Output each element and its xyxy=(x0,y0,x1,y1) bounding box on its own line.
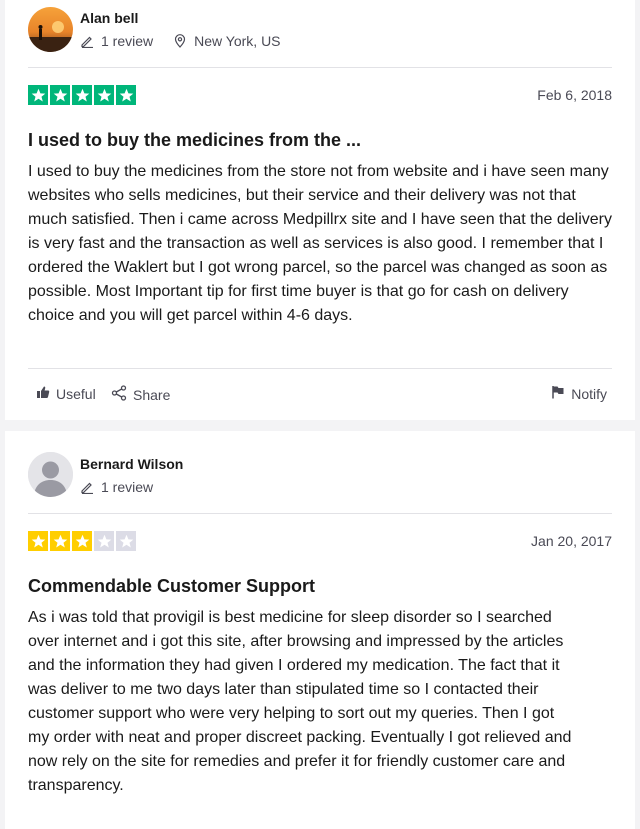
star-icon xyxy=(94,531,114,551)
author-meta: 1 review xyxy=(80,479,153,495)
location-pin-icon xyxy=(173,34,187,48)
review-actions: Useful Share Notify xyxy=(28,385,612,405)
star-rating xyxy=(28,531,136,551)
review-date: Jan 20, 2017 xyxy=(531,533,612,549)
divider xyxy=(28,513,612,514)
star-icon xyxy=(72,85,92,105)
star-icon xyxy=(116,85,136,105)
review-date: Feb 6, 2018 xyxy=(537,87,612,103)
share-label: Share xyxy=(133,386,171,403)
review-card: Bernard Wilson 1 review Jan 20, 2017 Com… xyxy=(5,431,635,829)
notify-label: Notify xyxy=(571,385,607,402)
star-icon xyxy=(28,85,48,105)
author-meta: 1 review New York, US xyxy=(80,33,281,49)
review-body: I used to buy the medicines from the sto… xyxy=(28,163,612,324)
star-icon xyxy=(50,85,70,105)
review-card: Alan bell 1 review New York, US Feb 6, 2… xyxy=(5,0,635,420)
avatar[interactable] xyxy=(28,7,73,52)
review-title[interactable]: I used to buy the medicines from the ... xyxy=(28,130,361,151)
share-icon xyxy=(111,385,133,404)
default-user-icon xyxy=(28,452,73,497)
review-title[interactable]: Commendable Customer Support xyxy=(28,576,315,597)
star-icon xyxy=(94,85,114,105)
star-icon xyxy=(72,531,92,551)
review-body: As i was told that provigil is best medi… xyxy=(28,609,572,794)
review-count: 1 review xyxy=(101,479,154,495)
location: New York, US xyxy=(194,33,281,49)
divider xyxy=(28,368,612,369)
avatar[interactable] xyxy=(28,452,73,497)
thumbs-up-icon xyxy=(36,385,56,402)
share-button[interactable]: Share xyxy=(111,385,170,404)
star-icon xyxy=(50,531,70,551)
useful-label: Useful xyxy=(56,385,96,402)
author-name[interactable]: Bernard Wilson xyxy=(80,456,183,472)
notify-button[interactable]: Notify xyxy=(551,385,607,402)
pencil-icon xyxy=(80,34,94,49)
author-name[interactable]: Alan bell xyxy=(80,10,138,26)
star-icon xyxy=(116,531,136,551)
pencil-icon xyxy=(80,480,94,495)
star-rating xyxy=(28,85,136,105)
useful-button[interactable]: Useful xyxy=(36,385,96,402)
divider xyxy=(28,67,612,68)
star-icon xyxy=(28,531,48,551)
flag-icon xyxy=(551,385,571,402)
review-count: 1 review xyxy=(101,33,154,49)
